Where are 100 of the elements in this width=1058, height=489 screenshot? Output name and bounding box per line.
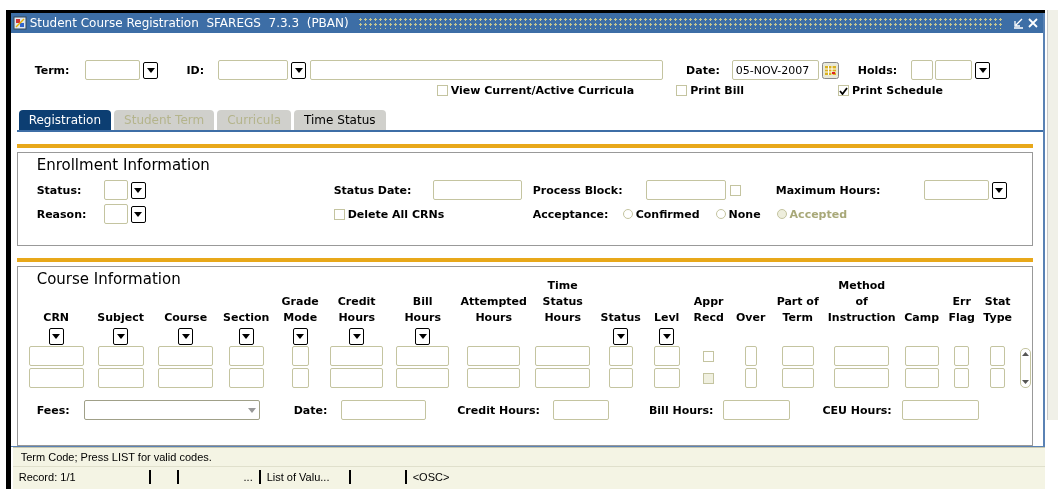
minimize-icon[interactable] xyxy=(1011,17,1024,29)
scroll-up-icon[interactable] xyxy=(1021,352,1029,356)
table-field[interactable] xyxy=(834,368,890,388)
caret-icon xyxy=(134,187,143,193)
caret-icon xyxy=(616,333,625,339)
calendar-icon[interactable] xyxy=(821,61,839,79)
table-field[interactable] xyxy=(781,368,814,388)
checkbox[interactable] xyxy=(436,85,448,96)
tab[interactable]: Registration xyxy=(18,110,112,130)
list-button[interactable] xyxy=(415,327,431,345)
table-field[interactable] xyxy=(291,368,309,388)
column-header: Camp xyxy=(904,310,940,326)
table-field[interactable] xyxy=(535,346,591,366)
id-field[interactable] xyxy=(218,60,289,80)
table-field[interactable] xyxy=(990,346,1006,366)
table-field[interactable] xyxy=(228,346,264,366)
table-field[interactable] xyxy=(467,346,521,366)
checkbox[interactable] xyxy=(703,350,715,362)
table-field[interactable] xyxy=(396,368,450,388)
table-field[interactable] xyxy=(28,368,84,388)
list-button[interactable] xyxy=(659,327,675,345)
table-field[interactable] xyxy=(608,368,633,388)
bill-hours-field[interactable] xyxy=(723,400,791,420)
tab[interactable]: Time Status xyxy=(294,110,386,130)
list-button[interactable] xyxy=(113,327,129,345)
app-icon xyxy=(12,16,27,30)
table-field[interactable] xyxy=(954,368,970,388)
radio-button[interactable] xyxy=(622,209,633,219)
table-field[interactable] xyxy=(228,368,264,388)
table-field[interactable] xyxy=(834,346,890,366)
table-field[interactable] xyxy=(330,368,384,388)
checkbox[interactable] xyxy=(333,208,345,220)
radio-label: Accepted xyxy=(789,207,848,221)
holds-field[interactable] xyxy=(935,60,973,80)
radio-label: Confirmed xyxy=(635,207,700,221)
scrollbar[interactable] xyxy=(1019,348,1031,388)
caret-icon xyxy=(352,333,361,339)
term-field[interactable] xyxy=(85,60,141,80)
table-field[interactable] xyxy=(396,346,450,366)
status-date-field[interactable] xyxy=(432,180,522,200)
table-field[interactable] xyxy=(535,368,591,388)
maximum-hours-field[interactable] xyxy=(923,180,989,200)
list-button[interactable] xyxy=(130,205,146,223)
table-field[interactable] xyxy=(97,346,144,366)
caret-icon xyxy=(134,211,143,217)
table-field[interactable] xyxy=(291,346,309,366)
list-button[interactable] xyxy=(349,327,365,345)
list-button[interactable] xyxy=(613,327,629,345)
table-field[interactable] xyxy=(904,346,939,366)
holds-field[interactable] xyxy=(911,60,934,80)
status-field[interactable] xyxy=(103,180,128,200)
list-button[interactable] xyxy=(991,181,1007,199)
ceu-hours-field[interactable] xyxy=(901,400,979,420)
list-hint: List of Valu... xyxy=(260,470,351,484)
column-header: Time Status Hours xyxy=(542,278,583,326)
close-icon[interactable] xyxy=(1026,17,1039,29)
table-field[interactable] xyxy=(744,368,757,388)
list-button[interactable] xyxy=(130,181,146,199)
checkbox[interactable] xyxy=(838,85,850,96)
checkbox[interactable] xyxy=(676,85,688,96)
scroll-down-icon[interactable] xyxy=(1021,380,1029,384)
window-title: Student Course Registration SFAREGS 7.3.3 (PBAN) xyxy=(29,16,349,30)
table-field[interactable] xyxy=(608,346,633,366)
name-field[interactable] xyxy=(310,60,664,80)
fees-dropdown[interactable] xyxy=(83,400,260,420)
column-header: Grade Mode xyxy=(281,294,319,326)
table-field[interactable] xyxy=(28,346,84,366)
radio-button[interactable] xyxy=(715,209,726,219)
caret-icon xyxy=(116,333,125,339)
list-button[interactable] xyxy=(291,61,307,79)
list-button[interactable] xyxy=(238,327,254,345)
field-label: Process Block: xyxy=(532,183,624,197)
table-field[interactable] xyxy=(781,346,814,366)
table-field[interactable] xyxy=(744,346,757,366)
table-field[interactable] xyxy=(653,368,680,388)
reason-field[interactable] xyxy=(103,204,128,224)
checkbox[interactable] xyxy=(729,184,741,196)
date-field[interactable]: 05-NOV-2007 xyxy=(731,60,819,80)
list-button[interactable] xyxy=(143,61,159,79)
table-field[interactable] xyxy=(954,346,970,366)
table-field[interactable] xyxy=(158,368,214,388)
table-field[interactable] xyxy=(653,346,680,366)
table-field[interactable] xyxy=(330,346,384,366)
field-label: CEU Hours: xyxy=(822,403,892,417)
table-field[interactable] xyxy=(158,346,214,366)
table-field[interactable] xyxy=(467,368,521,388)
date-field[interactable] xyxy=(341,400,427,420)
list-button[interactable] xyxy=(975,61,991,79)
credit-hours-field[interactable] xyxy=(552,400,609,420)
list-button[interactable] xyxy=(178,327,194,345)
status-message: Term Code; Press LIST for valid codes. xyxy=(19,450,213,465)
column-header: Levl xyxy=(653,310,680,326)
section-title: Enrollment Information xyxy=(36,156,210,174)
list-button[interactable] xyxy=(292,327,308,345)
table-field[interactable] xyxy=(904,368,939,388)
table-field[interactable] xyxy=(990,368,1006,388)
scrollbar[interactable] xyxy=(1046,10,1058,420)
table-field[interactable] xyxy=(97,368,144,388)
process-block-field[interactable] xyxy=(645,180,726,200)
list-button[interactable] xyxy=(48,327,64,345)
